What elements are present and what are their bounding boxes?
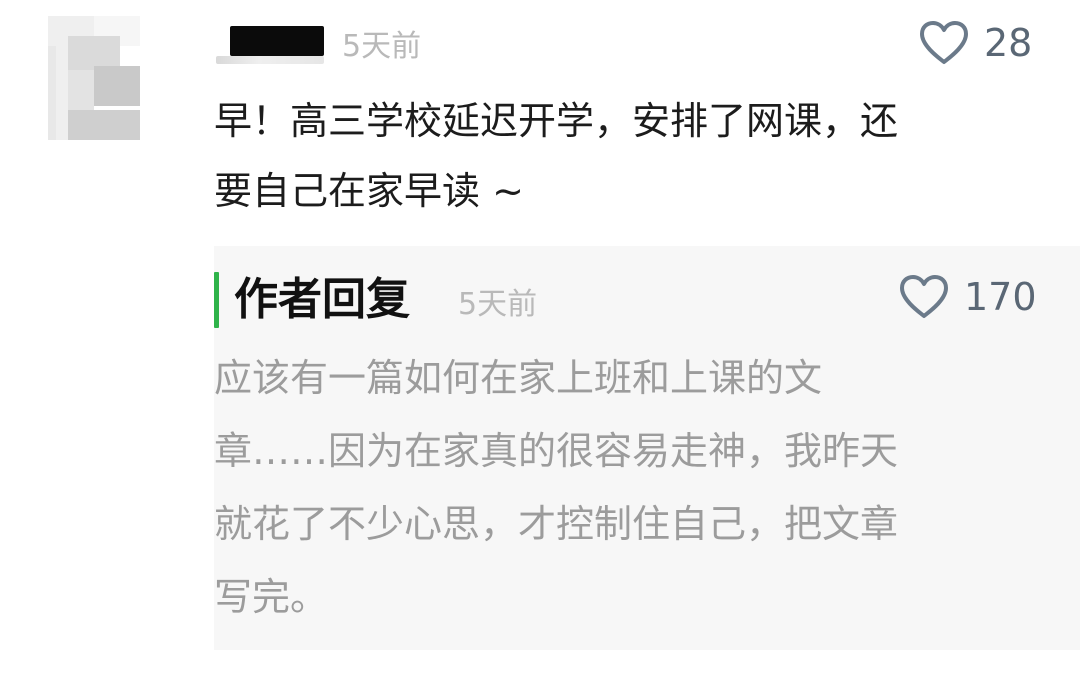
heart-icon: [918, 20, 970, 66]
author-reply-box: 作者回复 5天前 170 应该有一篇如何在家上班和上课的文 章……因为在家真的很…: [214, 246, 1080, 650]
censor-bar: [230, 26, 324, 56]
comment-timestamp: 5天前: [342, 29, 422, 64]
comment-line: 要自己在家早读 ~: [214, 169, 524, 213]
reply-accent-bar: [214, 272, 219, 328]
heart-icon: [898, 274, 950, 320]
reply-timestamp: 5天前: [458, 287, 538, 322]
reply-line: 章……因为在家真的很容易走神，我昨天: [214, 429, 899, 473]
author-reply-label: 作者回复: [234, 274, 410, 325]
comment-line: 早！高三学校延迟开学，安排了网课，还: [214, 99, 899, 143]
reply-body: 应该有一篇如何在家上班和上课的文 章……因为在家真的很容易走神，我昨天 就花了不…: [214, 342, 1044, 634]
reply-line: 应该有一篇如何在家上班和上课的文: [214, 356, 823, 400]
censor-shadow: [216, 56, 324, 64]
comment-body: 早！高三学校延迟开学，安排了网课，还 要自己在家早读 ~: [214, 86, 1044, 226]
username-censored[interactable]: [216, 26, 324, 66]
comment-like-count: 28: [984, 21, 1033, 65]
comment-like-button[interactable]: 28: [918, 20, 1032, 66]
reply-like-count: 170: [964, 275, 1037, 319]
reply-line: 就花了不少心思，才控制住自己，把文章: [214, 502, 899, 546]
reply-line: 写完。: [214, 575, 329, 619]
avatar[interactable]: [48, 16, 140, 140]
reply-like-button[interactable]: 170: [898, 274, 1037, 320]
